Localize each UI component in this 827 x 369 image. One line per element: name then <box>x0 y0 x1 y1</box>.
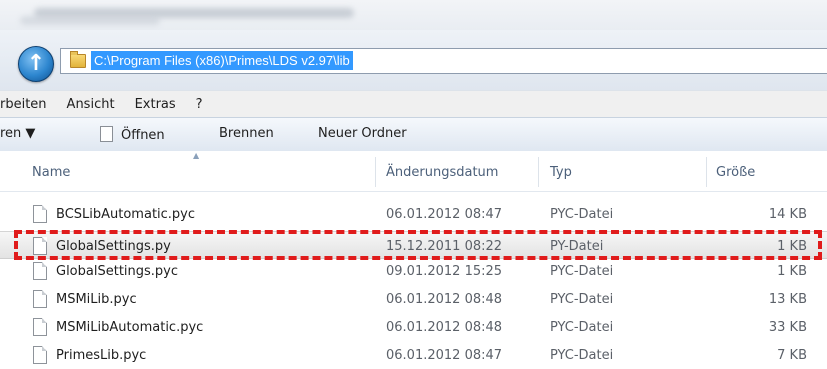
organize-button[interactable]: ren ▼ <box>0 126 35 141</box>
column-date[interactable]: Änderungsdatum <box>386 165 498 180</box>
menu-tools[interactable]: Extras <box>135 97 176 112</box>
file-size: 14 KB <box>768 207 807 222</box>
window-title-bar <box>0 0 827 30</box>
file-type: PYC-Datei <box>550 264 614 279</box>
document-icon <box>100 126 113 142</box>
file-name: PrimesLib.pyc <box>56 348 147 363</box>
file-icon <box>33 290 47 308</box>
file-date: 06.01.2012 08:47 <box>386 348 503 363</box>
file-row[interactable]: BCSLibAutomatic.pyc 06.01.2012 08:47 PYC… <box>0 200 827 228</box>
file-name: GlobalSettings.pyc <box>56 264 179 279</box>
column-size[interactable]: Größe <box>716 165 755 180</box>
file-size: 1 KB <box>777 264 807 279</box>
file-row[interactable]: MSMiLibAutomatic.pyc 06.01.2012 08:48 PY… <box>0 313 827 341</box>
file-row[interactable]: GlobalSettings.pyc 09.01.2012 15:25 PYC-… <box>0 257 827 285</box>
column-divider[interactable] <box>706 157 707 187</box>
file-icon <box>33 318 47 336</box>
column-divider[interactable] <box>538 157 539 187</box>
file-icon <box>33 346 47 364</box>
file-date: 06.01.2012 08:47 <box>386 207 503 222</box>
file-date: 06.01.2012 08:48 <box>386 320 503 335</box>
file-type: PYC-Datei <box>550 207 614 222</box>
open-label: Öffnen <box>121 128 165 143</box>
file-icon <box>33 237 47 255</box>
file-name: MSMiLib.pyc <box>56 292 137 307</box>
menu-edit[interactable]: rbeiten <box>0 97 47 112</box>
file-type: PYC-Datei <box>550 348 614 363</box>
file-icon <box>33 205 47 223</box>
address-path[interactable]: C:\Program Files (x86)\Primes\LDS v2.97\… <box>91 51 353 70</box>
file-row[interactable]: MSMiLib.pyc 06.01.2012 08:48 PYC-Datei 1… <box>0 285 827 313</box>
file-icon <box>33 262 47 280</box>
folder-icon <box>70 51 86 68</box>
new-folder-button[interactable]: Neuer Ordner <box>318 126 407 141</box>
file-date: 06.01.2012 08:48 <box>386 292 503 307</box>
file-name: GlobalSettings.py <box>56 239 171 254</box>
file-size: 13 KB <box>768 292 807 307</box>
open-button[interactable]: Öffnen <box>100 126 165 143</box>
sort-ascending-icon: ▲ <box>193 151 200 160</box>
file-row[interactable]: PrimesLib.pyc 06.01.2012 08:47 PYC-Datei… <box>0 341 827 369</box>
column-divider[interactable] <box>375 157 376 187</box>
file-date: 09.01.2012 15:25 <box>386 264 503 279</box>
file-name: BCSLibAutomatic.pyc <box>56 207 196 222</box>
file-type: PY-Datei <box>550 239 604 254</box>
file-size: 7 KB <box>777 348 807 363</box>
command-bar: ren ▼ Öffnen Brennen Neuer Ordner <box>0 117 827 152</box>
blurred-subtitle <box>20 16 160 25</box>
back-button[interactable]: ↑ <box>18 46 54 82</box>
file-name: MSMiLibAutomatic.pyc <box>56 320 204 335</box>
column-name[interactable]: Name <box>32 165 70 180</box>
menu-bar: rbeiten Ansicht Extras ? <box>0 90 827 117</box>
column-type[interactable]: Typ <box>550 165 572 180</box>
file-type: PYC-Datei <box>550 320 614 335</box>
file-size: 33 KB <box>768 320 807 335</box>
burn-button[interactable]: Brennen <box>219 126 274 141</box>
menu-help[interactable]: ? <box>196 97 203 112</box>
column-header: ▲ Name Änderungsdatum Typ Größe <box>0 151 827 192</box>
file-size: 1 KB <box>777 239 807 254</box>
menu-view[interactable]: Ansicht <box>67 97 115 112</box>
file-date: 15.12.2011 08:22 <box>386 239 503 254</box>
address-bar[interactable]: C:\Program Files (x86)\Primes\LDS v2.97\… <box>60 48 827 74</box>
file-type: PYC-Datei <box>550 292 614 307</box>
file-row-selected[interactable]: GlobalSettings.py 15.12.2011 08:22 PY-Da… <box>0 231 827 259</box>
arrow-up-icon: ↑ <box>26 51 46 76</box>
